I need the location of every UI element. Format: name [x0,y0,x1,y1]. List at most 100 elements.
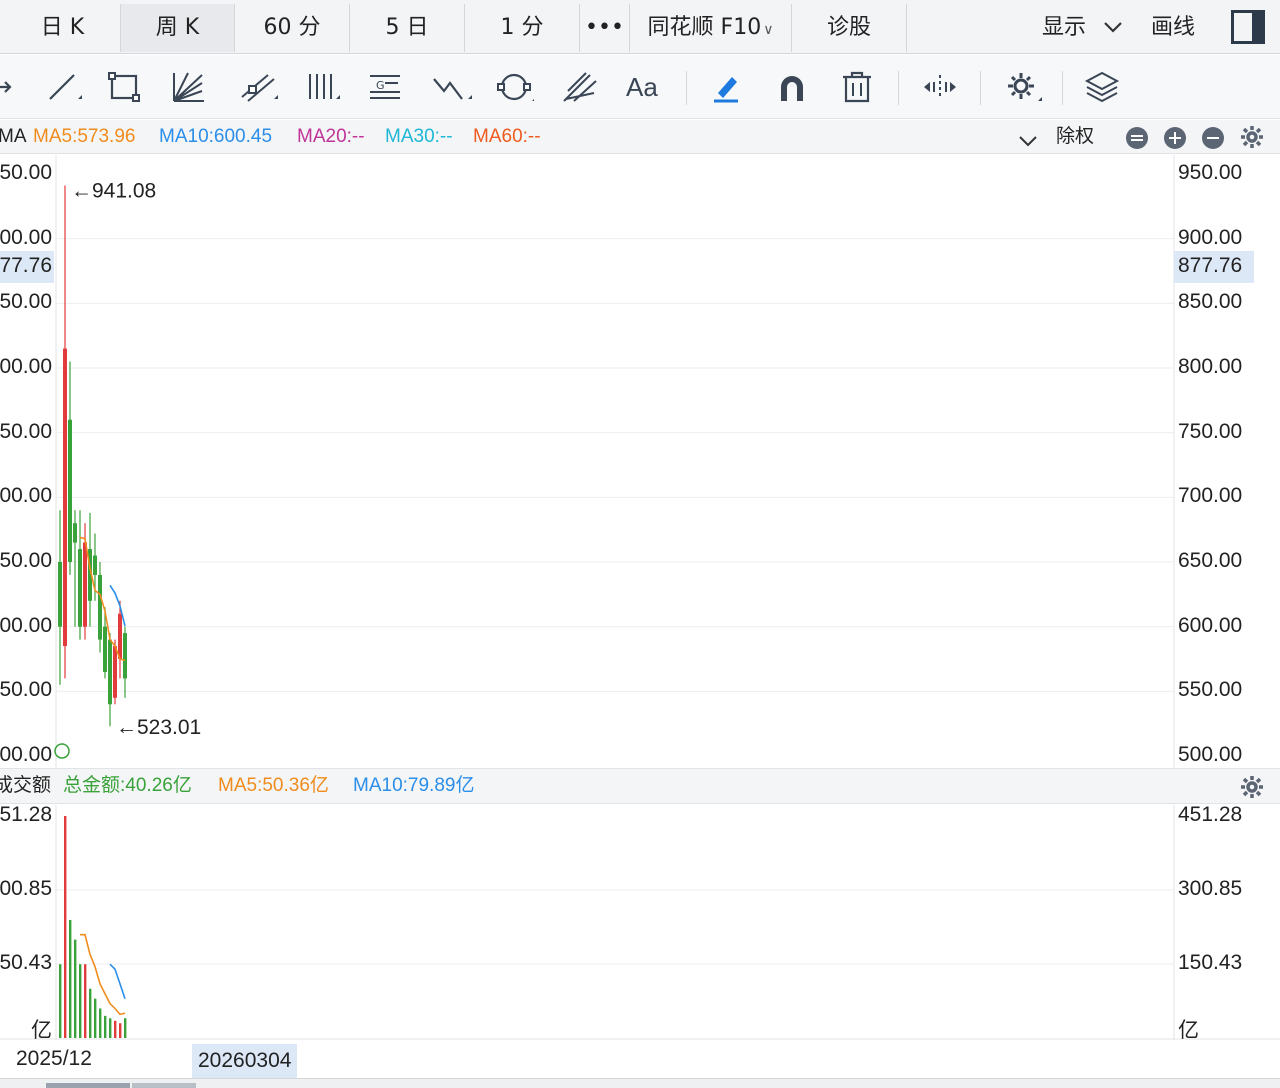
price-tick-label: 750.00 [1178,419,1243,443]
price-tick-label: 800.00 [0,355,52,378]
price-tick-label: 700.00 [1178,484,1243,508]
price-tick-label: 650.00 [0,549,52,572]
volume-legend-bar: 成交额 总金额:40.26亿 MA5:50.36亿 MA10:79.89亿 [0,768,1280,804]
volume-ma10-line [109,963,126,999]
toolbar-divider [898,71,899,105]
adjust-rights-button[interactable]: 除权 [1056,120,1094,154]
trash-icon[interactable] [837,69,877,105]
line-icon[interactable] [44,69,84,105]
volume-bar [109,1018,112,1038]
price-tick-label: 850.00 [1178,290,1243,314]
volume-settings-icon[interactable] [1240,775,1264,799]
ma-legend-bar: MA MA5:573.96 MA10:600.45 MA20:-- MA30:-… [0,120,1280,154]
price-tick-label: 550.00 [0,678,52,702]
display-label: 显示 [1042,15,1087,40]
drawing-toolbar: G Aa [0,55,1280,119]
cycle-icon[interactable] [494,69,536,105]
volume-ma5: MA5:50.36亿 [218,775,329,796]
tab-week-k[interactable]: 周 K [121,4,235,52]
arrow-icon[interactable] [0,69,26,105]
collapse-icon[interactable] [1126,127,1148,149]
low-annotation: ←523.01 [116,716,201,739]
price-tick-label: 500.00 [1178,743,1243,766]
clock-icon [54,743,70,759]
tab-f10[interactable]: 同花顺 F10 ∨ [630,4,792,52]
ma10-value: MA10:600.45 [159,126,273,147]
candle-body [93,555,97,575]
volume-ma5-line [80,933,126,1016]
price-tick-label: 950.00 [1178,161,1243,184]
volume-bar [74,939,77,1038]
volume-tick-label: 451.28 [0,803,52,826]
draw-line-button[interactable]: 画线 [1151,4,1195,52]
tab-5-day[interactable]: 5 日 [350,4,465,52]
rectangle-icon[interactable] [104,69,144,105]
gann-icon[interactable]: G [365,69,405,105]
tab-day-k[interactable]: 日 K [5,4,121,52]
price-tick-label: 550.00 [1178,678,1243,702]
volume-bar [69,919,72,1038]
price-tick-label: 600.00 [1178,613,1243,637]
candle-body [63,348,67,647]
scrollbar-thumb[interactable] [132,1083,196,1088]
tab-1-min[interactable]: 1 分 [465,4,580,52]
volume-indicator-name[interactable]: 成交额 [0,769,51,803]
volume-tick-label: 300.85 [1178,877,1243,900]
price-tick-label: 800.00 [1178,355,1243,378]
ma20-value: MA20:-- [297,126,365,147]
scrollbar-thumb[interactable] [46,1083,130,1088]
high-annotation: ←941.08 [71,180,156,203]
ma10-line [109,584,126,627]
candle-body [123,633,127,679]
candle-body [118,613,122,659]
candle-body [83,542,87,627]
current-price-label: 877.76 [0,254,52,278]
tab-more[interactable]: ••• [580,4,630,52]
date-cursor-label: 20260304 [192,1044,298,1078]
volume-bar [99,1008,102,1038]
chevron-down-icon[interactable] [1018,126,1038,160]
highlighter-icon[interactable] [706,69,746,105]
tab-60-min[interactable]: 60 分 [235,4,350,52]
text-icon[interactable]: Aa [626,69,686,105]
resize-icon[interactable] [920,69,960,105]
kline-chart: ←941.08 ←523.01 [0,155,1280,1040]
volume-tick-label: 150.43 [1178,950,1243,974]
volume-ma10: MA10:79.89亿 [353,775,475,796]
price-tick-label: 700.00 [0,484,52,508]
candle-body [103,626,107,672]
text-tool-label: Aa [626,72,658,102]
ma-indicator-name[interactable]: MA [0,120,27,154]
fan-icon[interactable] [168,69,208,105]
vertical-lines-icon[interactable] [302,69,342,105]
add-indicator-icon[interactable] [1164,127,1186,149]
price-tick-label: 650.00 [1178,549,1243,572]
wave-icon[interactable] [432,69,472,105]
candle-body [73,523,77,543]
toolbar-divider [980,71,981,105]
layers-icon[interactable] [1082,69,1122,105]
magnet-icon[interactable] [772,69,812,105]
toolbar-divider [1062,71,1063,105]
display-menu[interactable]: 显示 [1042,4,1123,52]
volume-tick-label: 451.28 [1178,803,1243,826]
parallel-channel-icon[interactable] [238,69,278,105]
pitchfork-icon[interactable] [560,69,600,105]
price-tick-label: 950.00 [0,161,52,184]
volume-bar [64,816,67,1038]
volume-bar [89,988,92,1038]
volume-bar [124,1018,127,1038]
price-tick-label: 900.00 [1178,225,1243,249]
volume-tick-label: 150.43 [0,950,52,974]
price-tick-label: 900.00 [0,225,52,249]
tab-diagnose[interactable]: 诊股 [792,4,907,52]
volume-bar [119,1023,122,1038]
remove-indicator-icon[interactable] [1202,127,1224,149]
layout-toggle-icon[interactable] [1231,10,1265,44]
candle-body [88,549,92,601]
chevron-down-icon [1103,4,1123,52]
ma5-line [79,536,126,662]
volume-bar [84,964,87,1038]
settings-icon[interactable] [1002,69,1042,105]
indicator-settings-icon[interactable] [1240,125,1264,149]
